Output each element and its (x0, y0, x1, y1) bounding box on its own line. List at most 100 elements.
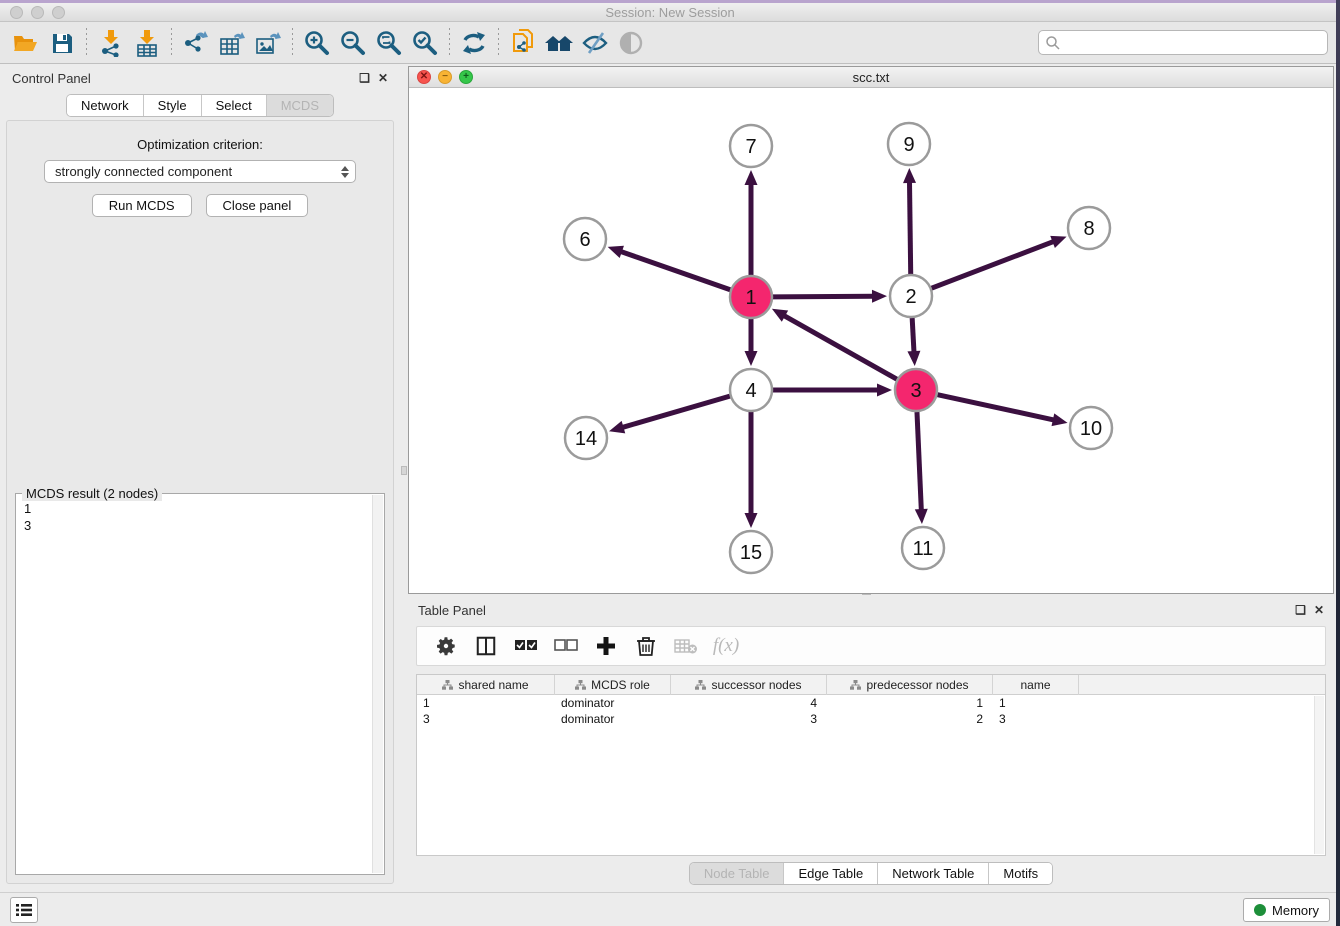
graph-node-2[interactable]: 2 (890, 275, 932, 317)
run-mcds-button[interactable]: Run MCDS (92, 194, 192, 217)
table-tab-network-table[interactable]: Network Table (878, 863, 989, 884)
table-tab-node-table[interactable]: Node Table (690, 863, 785, 884)
graph-node-15[interactable]: 15 (730, 531, 772, 573)
cell-predecessor-nodes[interactable]: 2 (827, 711, 993, 727)
svg-text:4: 4 (745, 380, 756, 402)
table-tab-edge-table[interactable]: Edge Table (784, 863, 878, 884)
edge-4-14[interactable] (622, 396, 730, 428)
edge-2-8[interactable] (932, 241, 1055, 288)
column-header-name[interactable]: name (993, 675, 1079, 695)
export-table-icon[interactable] (214, 26, 250, 60)
float-panel-icon[interactable]: ❑ (359, 72, 370, 84)
column-header-successor-nodes[interactable]: successor nodes (671, 675, 827, 695)
save-session-icon[interactable] (44, 26, 80, 60)
network-close-button[interactable]: ✕ (417, 70, 431, 84)
float-table-panel-icon[interactable]: ❑ (1295, 604, 1306, 616)
cell-shared-name[interactable]: 1 (417, 695, 555, 711)
cell-MCDS-role[interactable]: dominator (555, 695, 671, 711)
show-all-icon[interactable] (613, 26, 649, 60)
table-scrollbar[interactable] (1314, 696, 1324, 854)
edge-1-6[interactable] (620, 251, 730, 290)
cell-successor-nodes[interactable]: 4 (671, 695, 827, 711)
edge-2-3[interactable] (912, 318, 914, 353)
zoom-selected-icon[interactable] (407, 26, 443, 60)
network-zoom-button[interactable]: + (459, 70, 473, 84)
tab-select[interactable]: Select (202, 95, 267, 116)
tab-network[interactable]: Network (67, 95, 144, 116)
menu-list-button[interactable] (10, 897, 38, 923)
search-input[interactable] (1061, 33, 1327, 53)
table-tab-motifs[interactable]: Motifs (989, 863, 1052, 884)
network-graph: 7 9 6 8 1 2 4 3 14 10 15 11 (409, 88, 1333, 593)
create-column-icon[interactable] (593, 633, 619, 659)
table-settings-icon[interactable] (433, 633, 459, 659)
column-header-MCDS-role[interactable]: MCDS role (555, 675, 671, 695)
mcds-result-list[interactable]: 1 3 (16, 494, 384, 874)
export-image-icon[interactable] (250, 26, 286, 60)
column-header-shared-name[interactable]: shared name (417, 675, 555, 695)
graph-node-9[interactable]: 9 (888, 123, 930, 165)
zoom-in-icon[interactable] (299, 26, 335, 60)
edge-3-10[interactable] (937, 395, 1054, 420)
graph-node-6[interactable]: 6 (564, 218, 606, 260)
network-canvas[interactable]: 7 9 6 8 1 2 4 3 14 10 15 11 (409, 88, 1333, 593)
splitter-grip[interactable] (401, 466, 407, 475)
apply-layout-icon[interactable] (456, 26, 492, 60)
graph-node-7[interactable]: 7 (730, 125, 772, 167)
edge-2-9[interactable] (909, 181, 910, 274)
graph-node-4[interactable]: 4 (730, 369, 772, 411)
graph-node-14[interactable]: 14 (565, 417, 607, 459)
import-table-icon[interactable] (129, 26, 165, 60)
vertical-splitter[interactable] (400, 64, 408, 892)
column-type-icon (695, 680, 706, 690)
cell-name[interactable]: 1 (993, 695, 1079, 711)
cell-MCDS-role[interactable]: dominator (555, 711, 671, 727)
tab-mcds[interactable]: MCDS (267, 95, 333, 116)
function-builder-icon[interactable]: f(x) (713, 633, 739, 659)
memory-label: Memory (1272, 903, 1319, 918)
first-neighbors-icon[interactable] (541, 26, 577, 60)
control-panel: Control Panel ❑ ✕ NetworkStyleSelectMCDS… (0, 64, 400, 892)
zoom-out-icon[interactable] (335, 26, 371, 60)
criterion-select[interactable]: strongly connected component (44, 160, 356, 183)
tab-style[interactable]: Style (144, 95, 202, 116)
table-row-1[interactable]: 1dominator411 (417, 695, 1325, 711)
import-network-icon[interactable] (93, 26, 129, 60)
select-all-icon[interactable] (513, 633, 539, 659)
close-panel-button[interactable]: Close panel (206, 194, 309, 217)
table-row-2[interactable]: 3dominator323 (417, 711, 1325, 727)
show-columns-icon[interactable] (473, 633, 499, 659)
hide-selected-icon[interactable] (577, 26, 613, 60)
cell-successor-nodes[interactable]: 3 (671, 711, 827, 727)
edge-1-2[interactable] (773, 296, 874, 297)
graph-node-11[interactable]: 11 (902, 527, 944, 569)
desktop-edge (1336, 0, 1340, 926)
close-table-panel-icon[interactable]: ✕ (1314, 604, 1324, 616)
table-body: 1dominator4113dominator323 (417, 695, 1325, 727)
edge-3-1[interactable] (783, 315, 897, 379)
close-panel-icon[interactable]: ✕ (378, 72, 388, 84)
deselect-all-icon[interactable] (553, 633, 579, 659)
result-scrollbar[interactable] (372, 495, 383, 873)
svg-text:15: 15 (740, 542, 762, 564)
graph-node-3[interactable]: 3 (895, 369, 937, 411)
cell-predecessor-nodes[interactable]: 1 (827, 695, 993, 711)
export-network-icon[interactable] (178, 26, 214, 60)
graph-node-1[interactable]: 1 (730, 276, 772, 318)
graph-node-8[interactable]: 8 (1068, 207, 1110, 249)
cell-shared-name[interactable]: 3 (417, 711, 555, 727)
memory-button[interactable]: Memory (1243, 898, 1330, 922)
graph-node-10[interactable]: 10 (1070, 407, 1112, 449)
open-file-icon[interactable] (8, 26, 44, 60)
column-type-icon (575, 680, 586, 690)
edge-arrow-1-6 (608, 246, 624, 258)
network-minimize-button[interactable]: − (438, 70, 452, 84)
edge-3-11[interactable] (917, 412, 921, 511)
delete-column-icon[interactable] (633, 633, 659, 659)
cell-name[interactable]: 3 (993, 711, 1079, 727)
column-header-predecessor-nodes[interactable]: predecessor nodes (827, 675, 993, 695)
network-titlebar[interactable]: scc.txt ✕ − + (409, 67, 1333, 88)
delete-table-icon[interactable] (673, 633, 699, 659)
zoom-fit-icon[interactable] (371, 26, 407, 60)
duplicate-network-icon[interactable] (505, 26, 541, 60)
